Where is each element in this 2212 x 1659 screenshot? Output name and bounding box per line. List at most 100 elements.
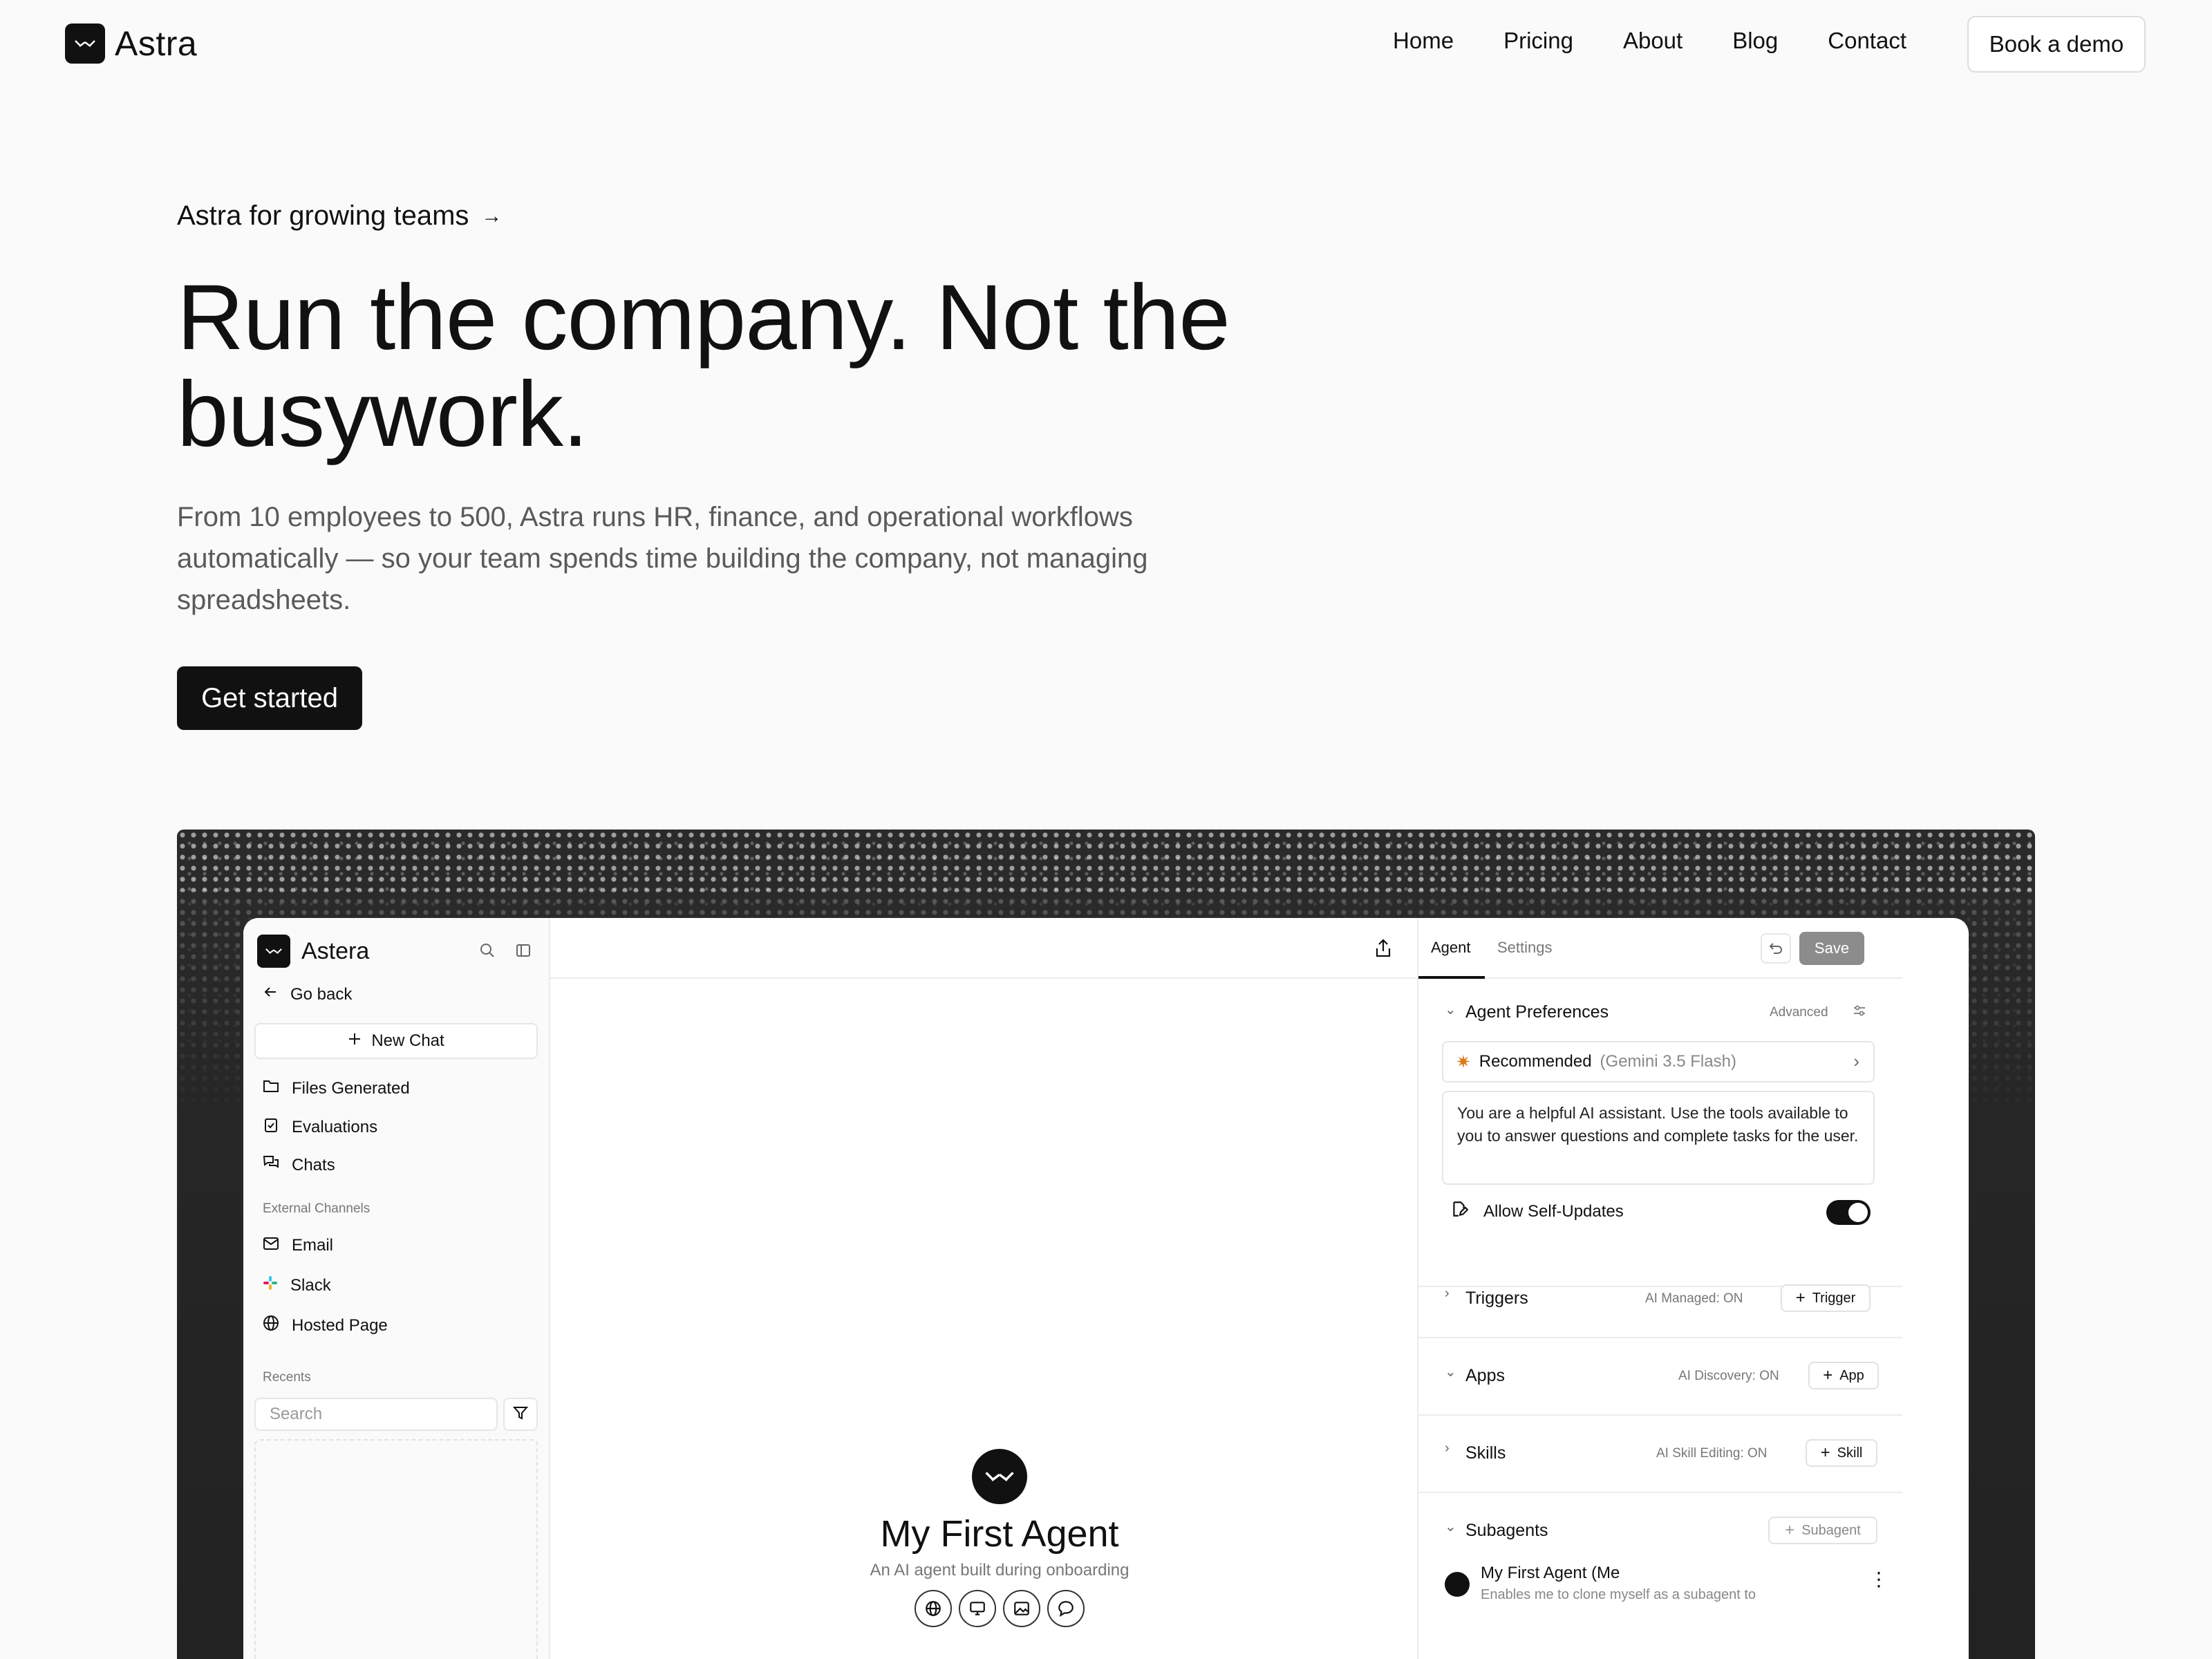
- chevron-right-icon: ›: [1853, 1051, 1859, 1071]
- sidebar-item-slack[interactable]: Slack: [263, 1275, 331, 1295]
- sidebar-item-evaluations[interactable]: Evaluations: [263, 1116, 377, 1138]
- plus-icon: +: [1823, 1366, 1833, 1385]
- globe-icon: [263, 1315, 279, 1336]
- add-skills-button[interactable]: + Skill: [1806, 1439, 1877, 1467]
- agent-description: An AI agent built during onboarding: [870, 1561, 1130, 1580]
- sidebar-item-label: Hosted Page: [292, 1315, 388, 1335]
- book-demo-button[interactable]: Book a demo: [1967, 16, 2146, 73]
- globe-icon[interactable]: [915, 1590, 952, 1627]
- active-tab-indicator: [1418, 976, 1485, 979]
- agent-title: My First Agent: [880, 1513, 1119, 1555]
- tab-agent[interactable]: Agent: [1431, 939, 1471, 957]
- sidebar-item-label: Chats: [292, 1155, 335, 1174]
- sidebar-item-chats[interactable]: Chats: [263, 1154, 335, 1176]
- go-back-link[interactable]: Go back: [263, 984, 352, 1004]
- sidebar-brand: Astera: [301, 937, 370, 964]
- arrow-left-icon: [263, 984, 278, 1004]
- recents-heading: Recents: [263, 1370, 311, 1385]
- new-chat-label: New Chat: [371, 1031, 444, 1050]
- nav-link-pricing[interactable]: Pricing: [1503, 28, 1573, 54]
- sidebar-item-hosted-page[interactable]: Hosted Page: [263, 1315, 388, 1336]
- monitor-icon[interactable]: [959, 1590, 996, 1627]
- sidebar-item-label: Slack: [290, 1275, 331, 1295]
- hero-subtitle: From 10 employees to 500, Astra runs HR,…: [177, 502, 1148, 615]
- app-window: Astera Go back New Chat Files Generated …: [243, 918, 1969, 1659]
- plus-icon: +: [1795, 1288, 1806, 1307]
- app-sidebar: Astera Go back New Chat Files Generated …: [243, 918, 550, 1659]
- add-button-label: App: [1839, 1367, 1864, 1383]
- skills-status: AI Skill Editing: ON: [1656, 1446, 1768, 1461]
- add-triggers-button[interactable]: + Trigger: [1781, 1284, 1871, 1312]
- agent-channel-actions: [550, 1590, 1449, 1627]
- share-icon[interactable]: [1374, 939, 1392, 962]
- sliders-icon: [1853, 1004, 1866, 1021]
- sidebar-item-label: Email: [292, 1236, 334, 1255]
- more-options-icon[interactable]: ⋮: [1869, 1568, 1888, 1591]
- chevron-down-icon[interactable]: ⌄: [1445, 1363, 1456, 1380]
- subagents-title: Subagents: [1465, 1521, 1548, 1540]
- product-showcase: Astera Go back New Chat Files Generated …: [177, 830, 2035, 1659]
- add-subagents-button[interactable]: + Subagent: [1768, 1517, 1877, 1544]
- agent-settings-panel: Agent Settings Save ⌄ Agent Preferences …: [1417, 918, 1902, 1659]
- get-started-button[interactable]: Get started: [177, 666, 362, 730]
- filter-button[interactable]: [503, 1398, 538, 1431]
- sidebar-tools: [478, 941, 532, 959]
- triggers-status: AI Managed: ON: [1645, 1291, 1743, 1306]
- apps-status: AI Discovery: ON: [1678, 1369, 1779, 1383]
- sidebar-header: Astera: [257, 935, 369, 968]
- new-chat-button[interactable]: New Chat: [254, 1023, 538, 1059]
- chevron-right-icon[interactable]: ›: [1445, 1441, 1450, 1456]
- external-channels-heading: External Channels: [263, 1201, 371, 1216]
- chevron-right-icon[interactable]: ›: [1445, 1286, 1450, 1302]
- nav-link-about[interactable]: About: [1623, 28, 1683, 54]
- subagent-avatar: [1445, 1572, 1470, 1597]
- edit-document-icon: [1450, 1200, 1469, 1223]
- chevron-down-icon[interactable]: ⌄: [1445, 1001, 1456, 1018]
- chat-area: My First Agent An AI agent built during …: [550, 918, 1449, 1659]
- undo-icon[interactable]: [1761, 933, 1791, 964]
- image-icon[interactable]: [1003, 1590, 1040, 1627]
- recents-search-input[interactable]: Search: [254, 1398, 498, 1431]
- sparkle-icon: ✷: [1456, 1051, 1471, 1072]
- tab-settings[interactable]: Settings: [1497, 939, 1553, 957]
- clipboard-check-icon: [263, 1116, 279, 1138]
- section-subagents: ⌄ Subagents + Subagent My First Agent (Me Ena…: [1418, 1493, 1902, 1659]
- sidebar-item-files[interactable]: Files Generated: [263, 1078, 410, 1098]
- sidebar-toggle-icon[interactable]: [514, 941, 532, 959]
- agent-preferences-title: Agent Preferences: [1465, 1002, 1609, 1022]
- subagent-list-item[interactable]: My First Agent (Me Enables me to clone my…: [1445, 1559, 1888, 1608]
- apps-title: Apps: [1465, 1366, 1505, 1385]
- nav-link-home[interactable]: Home: [1393, 28, 1454, 54]
- plus-icon: +: [1820, 1443, 1830, 1462]
- nav-link-contact[interactable]: Contact: [1828, 28, 1906, 54]
- save-button[interactable]: Save: [1799, 932, 1864, 965]
- sidebar-item-email[interactable]: Email: [263, 1236, 333, 1255]
- plus-icon: +: [1785, 1521, 1795, 1539]
- advanced-link[interactable]: Advanced: [1770, 1005, 1828, 1020]
- panel-tabs: Agent Settings Save: [1418, 918, 1902, 979]
- subagent-description: Enables me to clone myself as a subagent…: [1481, 1587, 1756, 1602]
- brand-name: Astra: [115, 24, 198, 63]
- chat-icon[interactable]: [1047, 1590, 1085, 1627]
- agent-avatar: [972, 1449, 1027, 1504]
- self-updates-row: Allow Self-Updates: [1450, 1200, 1624, 1223]
- self-updates-toggle[interactable]: [1826, 1200, 1871, 1225]
- eyebrow-link[interactable]: Astra for growing teams →: [177, 200, 502, 232]
- astra-logo-icon: [65, 24, 105, 64]
- search-icon[interactable]: [478, 941, 496, 959]
- filter-icon: [512, 1405, 529, 1424]
- chat-bubbles-icon: [263, 1154, 279, 1176]
- section-apps: ⌄ Apps AI Discovery: ON + App: [1418, 1338, 1902, 1416]
- nav-link-blog[interactable]: Blog: [1732, 28, 1778, 54]
- model-selector[interactable]: ✷ Recommended (Gemini 3.5 Flash) ›: [1442, 1041, 1875, 1082]
- add-button-label: Trigger: [1812, 1290, 1856, 1306]
- triggers-title: Triggers: [1465, 1288, 1528, 1308]
- add-button-label: Skill: [1837, 1445, 1863, 1461]
- add-button-label: Subagent: [1801, 1522, 1861, 1538]
- eyebrow-text: Astra for growing teams: [177, 200, 469, 231]
- brand-logo[interactable]: Astra: [65, 24, 197, 64]
- system-prompt-field[interactable]: You are a helpful AI assistant. Use the …: [1442, 1091, 1875, 1185]
- slack-icon: [263, 1275, 278, 1295]
- chevron-down-icon[interactable]: ⌄: [1445, 1518, 1456, 1535]
- add-apps-button[interactable]: + App: [1808, 1362, 1879, 1389]
